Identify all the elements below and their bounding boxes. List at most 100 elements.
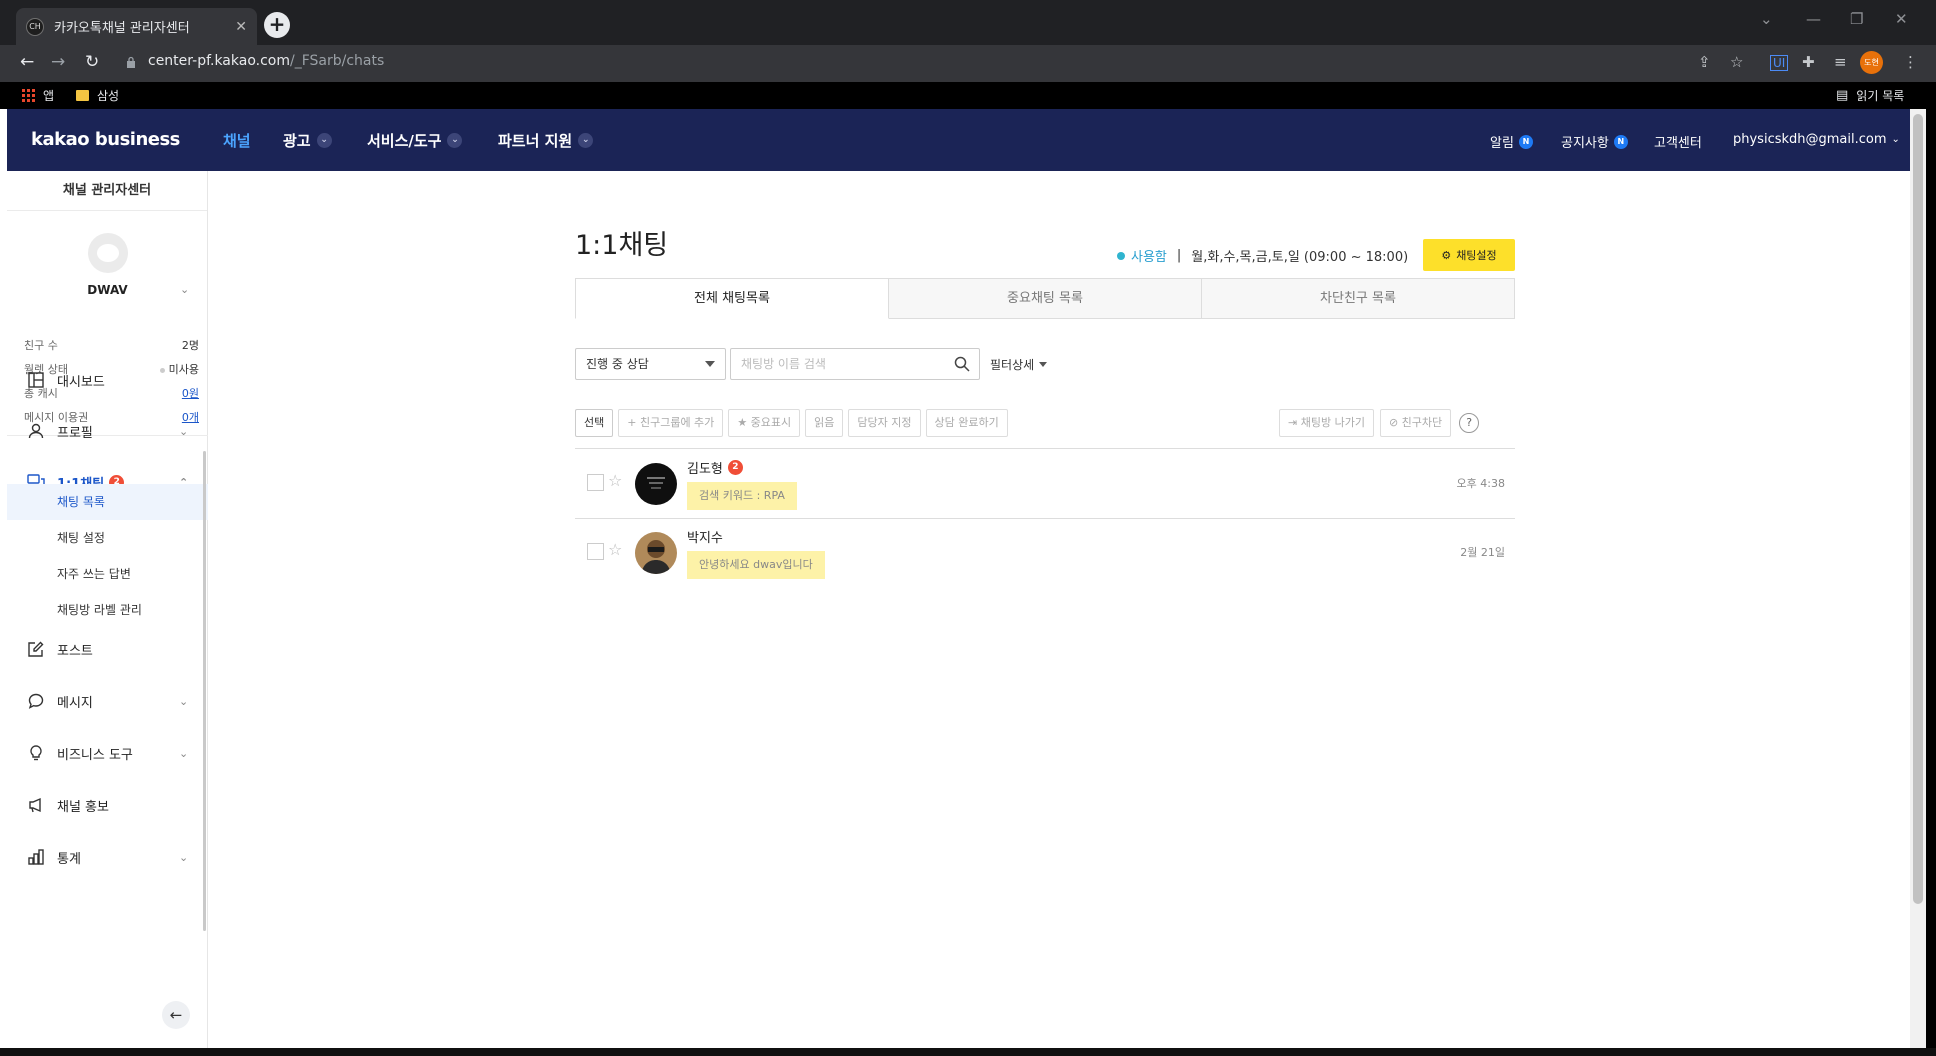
block-icon: ⊘ [1388,416,1402,429]
kakao-channel-favicon: CH [26,17,44,36]
bookmark-samsung[interactable]: 삼성 [76,87,119,104]
screen: { "browser": { "tab_title": "카카오톡채널 관리자센… [0,0,1936,1056]
row-checkbox[interactable] [587,543,604,560]
chevron-down-icon: ⌄ [179,424,189,438]
chevron-down-icon: ⌄ [179,746,189,760]
collapse-sidebar-button[interactable]: ← [162,1001,190,1029]
channel-name[interactable]: DWAV [7,283,208,297]
sidebar-item-label: 메시지 [57,695,93,711]
search-icon[interactable] [954,356,970,372]
help-icon[interactable]: ? [1459,413,1480,433]
submenu-saved-replies[interactable]: 자주 쓰는 답변 [7,556,208,592]
add-to-friend-group-button[interactable]: + 친구그룹에 추가 [618,409,724,437]
nav-label: 서비스/도구 [367,132,442,150]
row-checkbox[interactable] [587,474,604,491]
bookmark-apps[interactable]: 앱 [22,87,54,104]
sidebar-item-business-tools[interactable]: 비즈니스 도구 ⌄ [7,735,208,771]
extensions-puzzle-icon[interactable]: ✚ [1802,53,1815,71]
bulk-actions: 선택 + 친구그룹에 추가 ★ 중요표시 읽음 담당자 지정 상담 완료하기 [575,409,1008,437]
sidebar-item-label: 비즈니스 도구 [57,747,133,763]
browser-toolbar: ← → ↻ center-pf.kakao.com/_FSarb/chats ⇪… [0,45,1936,82]
assign-manager-button[interactable]: 담당자 지정 [848,409,921,437]
nav-channel[interactable]: 채널 [223,130,251,151]
reading-list[interactable]: ▤ 읽기 목록 [1836,87,1904,104]
bookmark-star-icon[interactable]: ☆ [1730,53,1743,71]
nav-partner-support[interactable]: 파트너 지원 ⌄ [498,130,594,151]
chat-row[interactable]: ☆ 김도형 2 검색 키워드 : RPA 오후 4:38 [575,449,1515,517]
sidebar-item-channel-promo[interactable]: 채널 홍보 [7,787,208,823]
tab-title: 카카오톡채널 관리자센터 [54,21,190,36]
browser-tab[interactable]: CH 카카오톡채널 관리자센터 ✕ [16,8,257,45]
reload-icon[interactable]: ↻ [85,52,99,72]
sidebar-scrollbar[interactable] [203,451,206,931]
status-select[interactable]: 진행 중 상담 [575,348,726,380]
media-control-icon[interactable]: ≡ [1834,53,1847,71]
lightbulb-icon [27,744,45,762]
os-taskbar [0,1048,1936,1056]
nav-label: 파트너 지원 [498,132,573,150]
forward-icon[interactable]: → [51,52,65,72]
submenu-chat-settings[interactable]: 채팅 설정 [7,520,208,556]
select-button[interactable]: 선택 [575,409,614,437]
caret-down-icon [1039,362,1048,367]
share-icon[interactable]: ⇪ [1698,53,1711,71]
tab-all-chats[interactable]: 전체 채팅목록 [575,278,889,319]
nav-services-tools[interactable]: 서비스/도구 ⌄ [367,130,463,151]
search-input[interactable] [731,349,941,379]
sidebar-item-message[interactable]: 메시지 ⌄ [7,683,208,719]
leave-chat-button[interactable]: ⇥ 채팅방 나가기 [1279,409,1374,437]
button-label: 친구차단 [1401,416,1443,429]
support-label: 고객센터 [1654,136,1702,151]
alarm-link[interactable]: 알림 N [1490,132,1533,151]
filter-detail-toggle[interactable]: 필터상세 [990,356,1048,373]
block-friend-button[interactable]: ⊘ 친구차단 [1379,409,1452,437]
chat-search [730,348,980,380]
chat-settings-button[interactable]: ⚙ 채팅설정 [1423,239,1515,271]
sidebar-item-dashboard[interactable]: 대시보드 [7,362,208,398]
sidebar-item-stats[interactable]: 통계 ⌄ [7,839,208,875]
gear-icon: ⚙ [1441,248,1452,262]
sidebar-title: 채널 관리자센터 [7,171,207,211]
screen-edge [1926,109,1936,1048]
close-tab-icon[interactable]: ✕ [235,19,247,35]
page-scrollbar[interactable] [1910,109,1926,1048]
star-icon[interactable]: ☆ [608,540,622,559]
chevron-down-icon[interactable]: ⌄ [180,283,189,296]
support-link[interactable]: 고객센터 [1654,132,1702,151]
operating-hours: 월,화,수,목,금,토,일 (09:00 ~ 18:00) [1191,250,1409,265]
back-icon[interactable]: ← [20,52,34,72]
stat-value: 2명 [181,339,199,352]
tab-search-icon[interactable]: ⌄ [1760,10,1773,28]
mark-read-button[interactable]: 읽음 [805,409,844,437]
scrollbar-thumb[interactable] [1913,114,1923,904]
sidebar-item-label: 대시보드 [57,374,105,390]
notice-link[interactable]: 공지사항 N [1561,132,1628,151]
new-tab-button[interactable]: + [264,12,290,38]
lock-icon[interactable] [126,56,136,68]
nav-ads[interactable]: 광고 ⌄ [283,130,332,151]
address-bar[interactable]: center-pf.kakao.com/_FSarb/chats [148,53,384,69]
tab-blocked-friends[interactable]: 차단친구 목록 [1202,278,1515,319]
submenu-chat-list[interactable]: 채팅 목록 [7,484,208,520]
star-icon[interactable]: ☆ [608,471,622,490]
kakao-business-logo[interactable]: kakao business [31,129,180,150]
menu-kebab-icon[interactable]: ⋮ [1903,53,1918,71]
tab-important-chats[interactable]: 중요채팅 목록 [889,278,1202,319]
nav-label: 광고 [283,132,311,150]
status-dot-icon [1117,251,1125,260]
chevron-down-icon: ⌄ [447,133,463,148]
sidebar-item-profile[interactable]: 프로필 ⌄ [7,413,208,449]
chat-row[interactable]: ☆ 박지수 안녕하세요 dwav입니다 2월 21일 [575,518,1515,586]
profile-avatar[interactable]: 도현 [1860,51,1883,74]
mark-important-button[interactable]: ★ 중요표시 [728,409,801,437]
ui-extension-icon[interactable]: UI [1770,55,1789,71]
restore-window-button[interactable]: ❐ [1850,10,1863,28]
sidebar-item-post[interactable]: 포스트 [7,631,208,667]
complete-consultation-button[interactable]: 상담 완료하기 [925,409,1008,437]
new-badge: N [1613,134,1628,149]
notice-label: 공지사항 [1561,136,1609,151]
submenu-chat-labels[interactable]: 채팅방 라벨 관리 [7,592,208,628]
minimize-window-button[interactable]: — [1806,10,1821,28]
account-menu[interactable]: physicskdh@gmail.com ⌄ [1733,132,1900,147]
close-window-button[interactable]: ✕ [1895,10,1908,28]
